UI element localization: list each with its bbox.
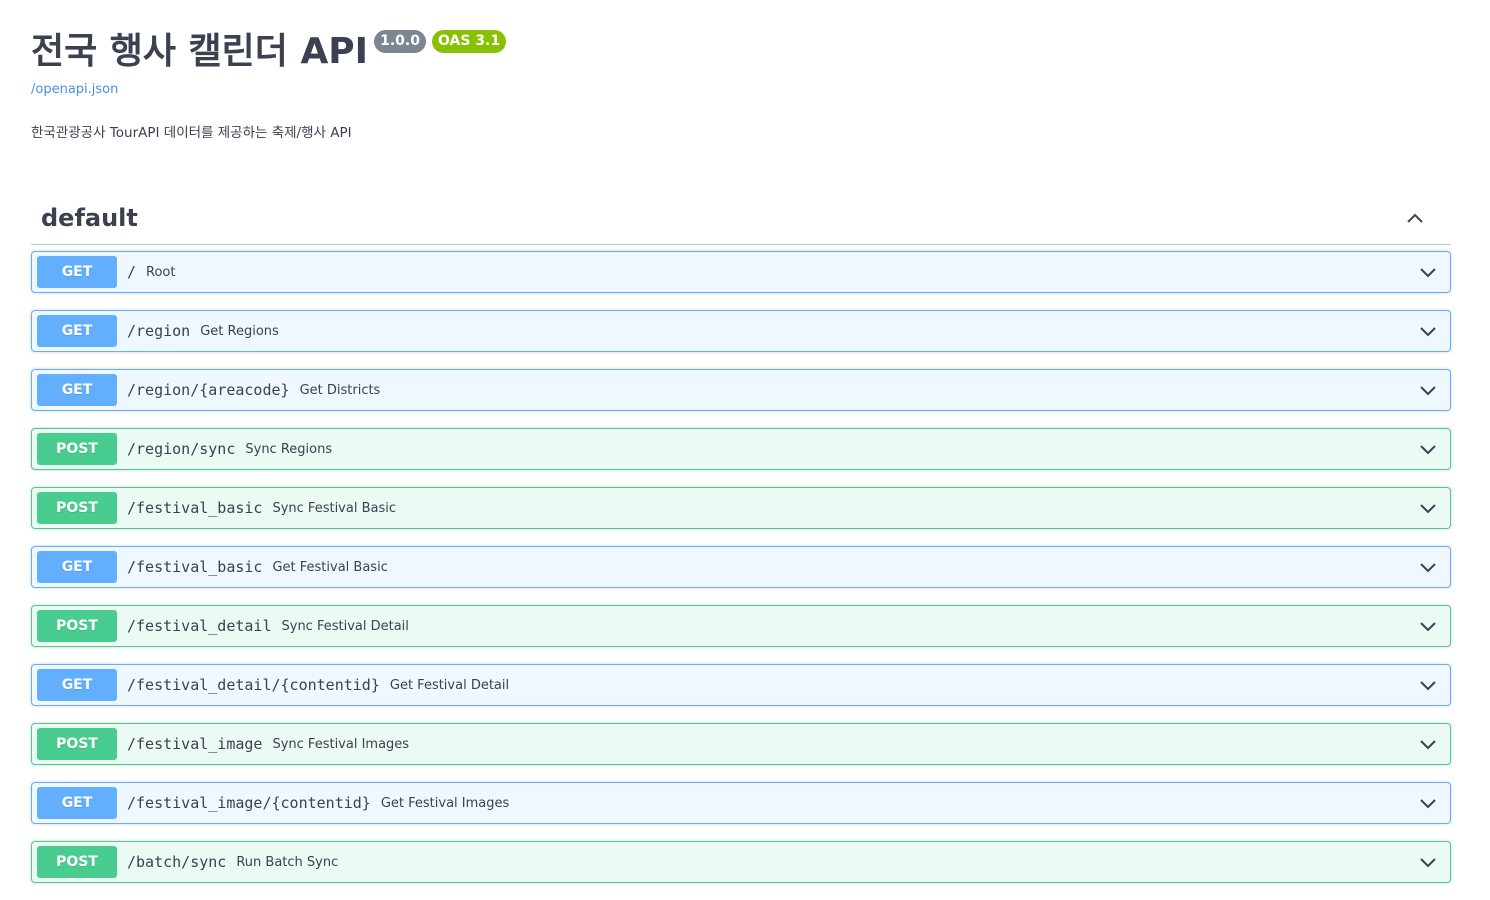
chevron-down-icon[interactable] <box>1418 322 1438 342</box>
operation-path: /region/sync <box>127 440 236 458</box>
chevron-down-icon[interactable] <box>1418 440 1438 460</box>
operation-path: /batch/sync <box>127 853 227 871</box>
method-badge: GET <box>37 787 117 819</box>
method-badge: POST <box>37 846 117 878</box>
tag-name: default <box>41 204 138 232</box>
operation-summary: Get Districts <box>299 382 381 398</box>
chevron-down-icon[interactable] <box>1418 381 1438 401</box>
operation-summary: Get Festival Detail <box>389 677 510 693</box>
operation-row[interactable]: GET/festival_detail/{contentid} Get Festi… <box>31 664 1451 706</box>
operation-summary: Get Regions <box>200 323 279 339</box>
operation-summary: Sync Regions <box>245 441 333 457</box>
operation-summary: Root <box>146 264 176 280</box>
chevron-down-icon[interactable] <box>1418 794 1438 814</box>
operation-path: /festival_basic <box>127 558 263 576</box>
method-badge: POST <box>37 728 117 760</box>
operation-row[interactable]: GET/festival_basic Get Festival Basic <box>31 546 1451 588</box>
chevron-up-icon[interactable] <box>1405 208 1425 228</box>
operation-path: /festival_basic <box>127 499 263 517</box>
method-badge: GET <box>37 315 117 347</box>
operation-row[interactable]: POST/region/sync Sync Regions <box>31 428 1451 470</box>
operation-summary: Run Batch Sync <box>236 854 339 870</box>
chevron-down-icon[interactable] <box>1418 735 1438 755</box>
method-badge: POST <box>37 610 117 642</box>
tag-section-header[interactable]: default <box>31 198 1451 245</box>
api-title-block: 전국 행사 캘린더 API 1.0.0 OAS 3.1 <box>31 30 507 76</box>
operation-path: /festival_image/{contentid} <box>127 794 371 812</box>
operation-row[interactable]: POST/festival_image Sync Festival Images <box>31 723 1451 765</box>
operation-row[interactable]: POST/festival_basic Sync Festival Basic <box>31 487 1451 529</box>
operation-row[interactable]: GET/region Get Regions <box>31 310 1451 352</box>
operation-row[interactable]: GET/region/{areacode} Get Districts <box>31 369 1451 411</box>
operation-summary: Sync Festival Images <box>272 736 410 752</box>
method-badge: GET <box>37 551 117 583</box>
api-description: 한국관광공사 TourAPI 데이터를 제공하는 축제/행사 API <box>31 125 352 141</box>
openapi-json-link[interactable]: /openapi.json <box>31 82 118 97</box>
operation-row[interactable]: POST/festival_detail Sync Festival Detail <box>31 605 1451 647</box>
method-badge: GET <box>37 669 117 701</box>
method-badge: POST <box>37 433 117 465</box>
method-badge: GET <box>37 256 117 288</box>
operations-list: GET / Root GET/region Get Regions GET/region/… <box>31 251 1451 900</box>
chevron-down-icon[interactable] <box>1418 499 1438 519</box>
version-badge: 1.0.0 <box>374 30 426 53</box>
operation-summary: Get Festival Basic <box>272 559 388 575</box>
operation-path: /festival_detail <box>127 617 272 635</box>
operation-path: /festival_image <box>127 735 263 753</box>
chevron-down-icon[interactable] <box>1418 558 1438 578</box>
operation-row[interactable]: POST/batch/sync Run Batch Sync <box>31 841 1451 883</box>
chevron-down-icon[interactable] <box>1418 853 1438 873</box>
operation-path: / <box>127 263 137 281</box>
chevron-down-icon[interactable] <box>1418 263 1438 283</box>
operation-summary: Sync Festival Detail <box>281 618 409 634</box>
operation-row[interactable]: GET / Root <box>31 251 1451 293</box>
chevron-down-icon[interactable] <box>1418 617 1438 637</box>
method-badge: GET <box>37 374 117 406</box>
chevron-down-icon[interactable] <box>1418 676 1438 696</box>
page-title: 전국 행사 캘린더 API <box>31 31 369 72</box>
method-badge: POST <box>37 492 117 524</box>
operation-path: /region <box>127 322 191 340</box>
oas-badge: OAS 3.1 <box>431 30 507 53</box>
operation-path: /region/{areacode} <box>127 381 290 399</box>
operation-summary: Sync Festival Basic <box>272 500 397 516</box>
operation-row[interactable]: GET/festival_image/{contentid} Get Festiv… <box>31 782 1451 824</box>
operation-path: /festival_detail/{contentid} <box>127 676 380 694</box>
operation-summary: Get Festival Images <box>380 795 510 811</box>
